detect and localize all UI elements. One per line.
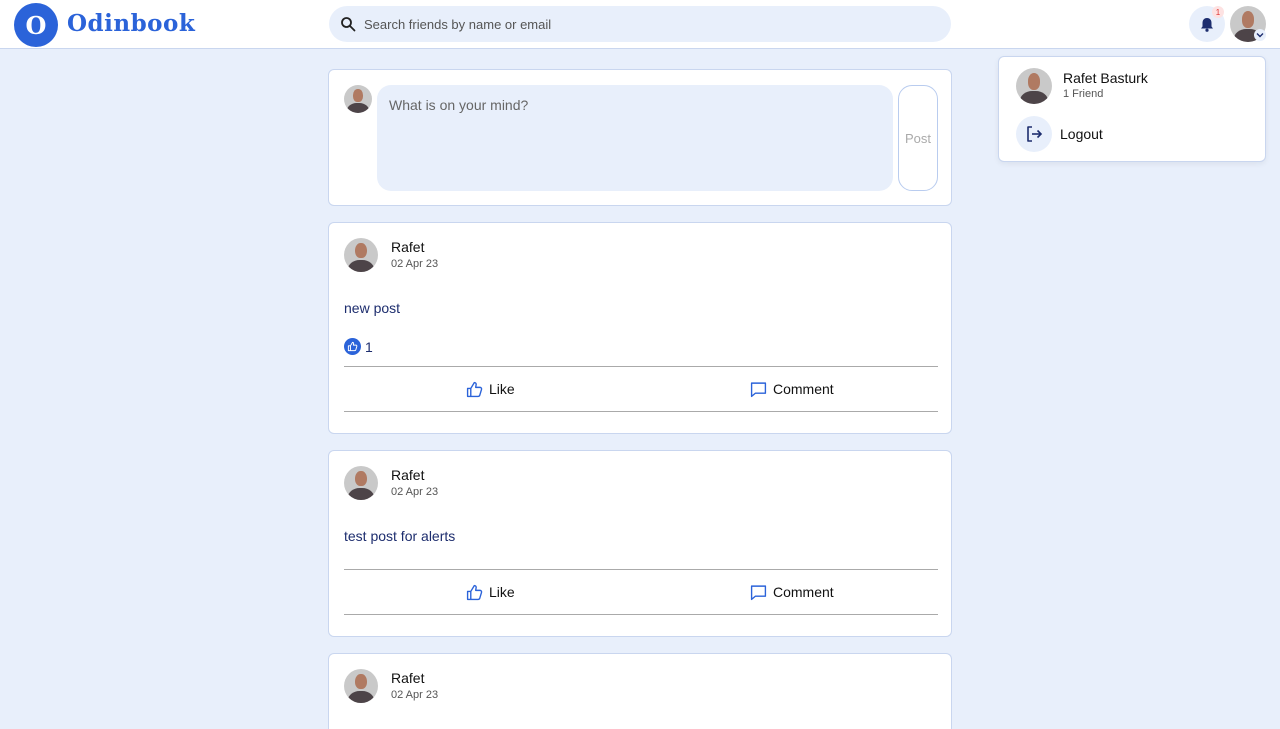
notification-badge: 1 bbox=[1212, 6, 1224, 18]
divider bbox=[344, 411, 938, 412]
divider bbox=[344, 366, 938, 367]
comment-button[interactable]: Comment bbox=[750, 376, 834, 402]
logo-icon[interactable]: O bbox=[14, 3, 58, 47]
post-author[interactable]: Rafet bbox=[391, 467, 424, 483]
divider bbox=[344, 569, 938, 570]
post-date: 02 Apr 23 bbox=[391, 486, 439, 498]
like-label: Like bbox=[489, 584, 515, 600]
avatar[interactable] bbox=[344, 669, 378, 703]
avatar bbox=[344, 85, 372, 113]
logout-icon[interactable] bbox=[1016, 116, 1052, 152]
search-input[interactable] bbox=[364, 6, 934, 42]
divider bbox=[344, 614, 938, 615]
like-button[interactable]: Like bbox=[466, 376, 515, 402]
like-label: Like bbox=[489, 381, 515, 397]
avatar[interactable] bbox=[344, 238, 378, 272]
like-count[interactable]: 1 bbox=[365, 339, 373, 355]
bell-icon bbox=[1201, 17, 1213, 32]
comment-button[interactable]: Comment bbox=[750, 579, 834, 605]
post-card: Rafet 02 Apr 23 bbox=[328, 653, 952, 729]
search-bar bbox=[329, 6, 951, 42]
post-date: 02 Apr 23 bbox=[391, 258, 439, 270]
profile-dropdown: Rafet Basturk 1 Friend Logout bbox=[998, 56, 1266, 162]
post-card: Rafet 02 Apr 23 test post for alerts Lik… bbox=[328, 450, 952, 637]
post-author[interactable]: Rafet bbox=[391, 670, 424, 686]
post-text: new post bbox=[344, 300, 401, 316]
post-button[interactable]: Post bbox=[898, 85, 938, 191]
post-input[interactable] bbox=[377, 85, 893, 191]
thumbs-up-icon bbox=[466, 584, 483, 600]
post-text: test post for alerts bbox=[344, 528, 456, 544]
comment-label: Comment bbox=[773, 381, 834, 397]
post-card: Rafet 02 Apr 23 new post 1 Like Comment bbox=[328, 222, 952, 434]
post-composer: Post bbox=[328, 69, 952, 206]
chevron-down-icon[interactable] bbox=[1254, 29, 1266, 41]
post-author[interactable]: Rafet bbox=[391, 239, 424, 255]
like-button[interactable]: Like bbox=[466, 579, 515, 605]
friend-count: 1 Friend bbox=[1063, 88, 1104, 100]
avatar[interactable] bbox=[344, 466, 378, 500]
thumbs-up-icon bbox=[466, 381, 483, 397]
logo-text[interactable]: Odinbook bbox=[67, 10, 195, 37]
like-count-icon bbox=[344, 338, 361, 355]
search-icon bbox=[341, 17, 356, 32]
avatar[interactable] bbox=[1016, 68, 1052, 104]
post-date: 02 Apr 23 bbox=[391, 689, 439, 701]
comment-icon bbox=[750, 584, 767, 600]
comment-icon bbox=[750, 381, 767, 397]
profile-name[interactable]: Rafet Basturk bbox=[1063, 70, 1148, 86]
logout-button[interactable]: Logout bbox=[1060, 126, 1103, 142]
top-navbar: O Odinbook 1 bbox=[0, 0, 1280, 49]
comment-label: Comment bbox=[773, 584, 834, 600]
